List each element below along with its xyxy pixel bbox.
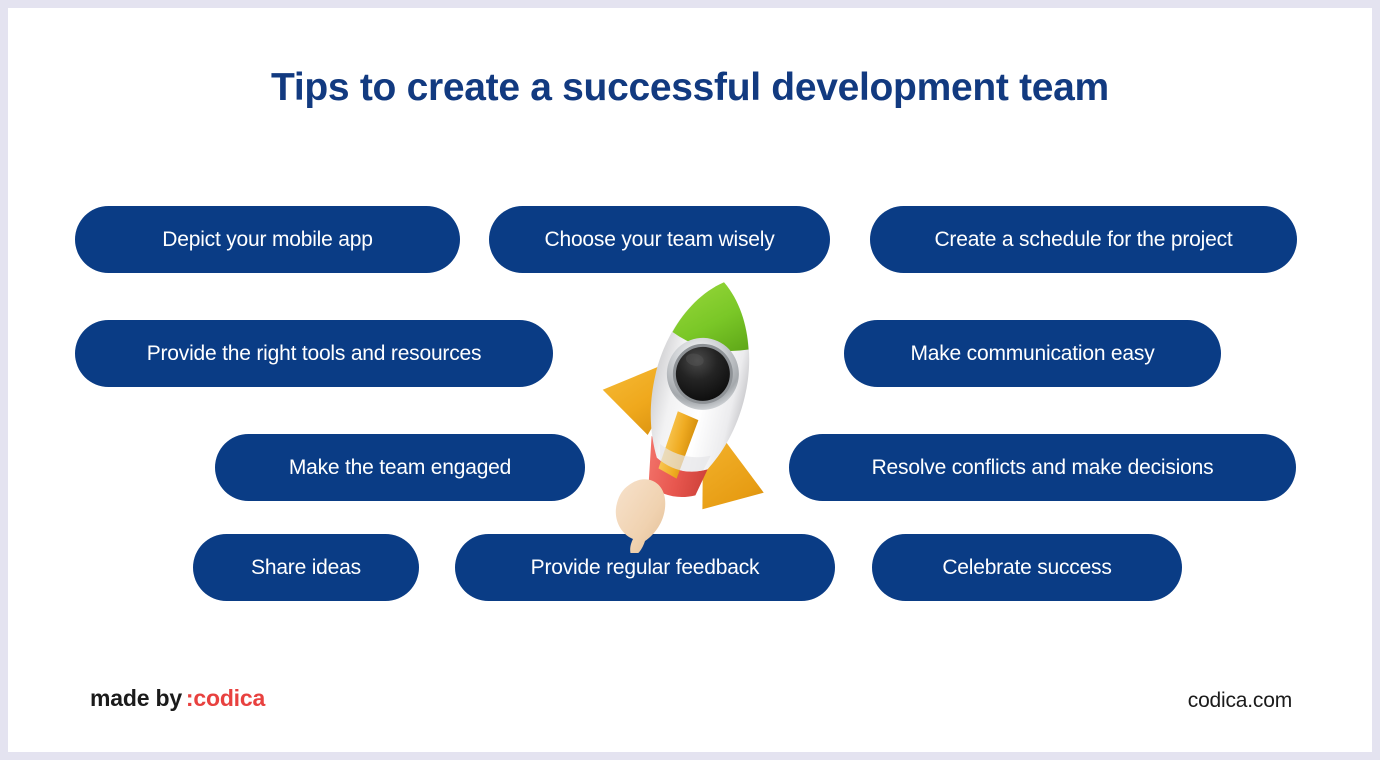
tip-pill-label: Depict your mobile app	[162, 227, 373, 251]
tip-pill-choose-your-team-wisely[interactable]: Choose your team wisely	[489, 206, 830, 273]
tip-pill-label: Resolve conflicts and make decisions	[871, 455, 1214, 479]
tip-pill-label: Choose your team wisely	[544, 227, 775, 251]
tip-pill-provide-regular-feedback[interactable]: Provide regular feedback	[455, 534, 835, 601]
tips-list: Depict your mobile app Choose your team …	[8, 8, 1372, 752]
tip-pill-make-the-team-engaged[interactable]: Make the team engaged	[215, 434, 585, 501]
tip-pill-depict-your-mobile-app[interactable]: Depict your mobile app	[75, 206, 460, 273]
website-url: codica.com	[1187, 689, 1292, 712]
tip-pill-provide-the-right-tools-and-resources[interactable]: Provide the right tools and resources	[75, 320, 553, 387]
tip-pill-label: Celebrate success	[942, 555, 1112, 579]
tip-pill-resolve-conflicts-and-make-decisions[interactable]: Resolve conflicts and make decisions	[789, 434, 1296, 501]
tip-pill-label: Make communication easy	[910, 341, 1155, 365]
codica-logo: :codica	[185, 685, 266, 711]
tip-pill-create-a-schedule-for-the-project[interactable]: Create a schedule for the project	[870, 206, 1297, 273]
tip-pill-label: Provide the right tools and resources	[146, 341, 482, 365]
tip-pill-label: Make the team engaged	[288, 455, 512, 479]
made-by-label: made by	[90, 685, 182, 711]
tip-pill-celebrate-success[interactable]: Celebrate success	[872, 534, 1182, 601]
infographic-card: Tips to create a successful development …	[8, 8, 1372, 752]
made-by-credit: made by:codica	[90, 685, 265, 712]
tip-pill-share-ideas[interactable]: Share ideas	[193, 534, 419, 601]
tip-pill-label: Create a schedule for the project	[934, 227, 1233, 251]
tip-pill-label: Provide regular feedback	[530, 555, 760, 579]
tip-pill-label: Share ideas	[251, 555, 361, 579]
tip-pill-make-communication-easy[interactable]: Make communication easy	[844, 320, 1221, 387]
